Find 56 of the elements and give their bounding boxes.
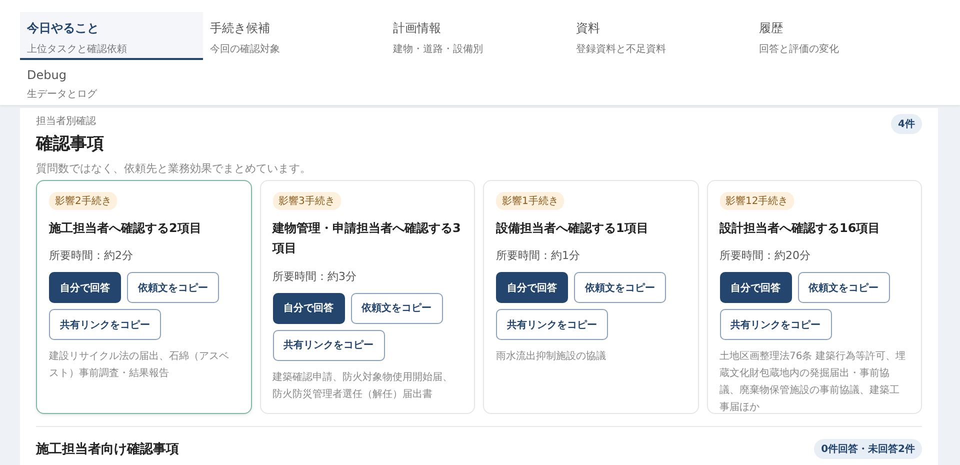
section-title: 確認事項 bbox=[36, 133, 104, 155]
section-eyebrow: 担当者別確認 bbox=[36, 114, 97, 128]
copy-button[interactable]: 共有リンクをコピー bbox=[272, 330, 384, 361]
nav-tab[interactable]: 計画情報 建物・道路・設備別 bbox=[386, 12, 569, 60]
card-title: 建物管理・申請担当者へ確認する3項目 bbox=[272, 220, 462, 258]
copy-button[interactable]: 共有リンクをコピー bbox=[720, 309, 832, 340]
impact-badge: 影響1手続き bbox=[496, 192, 564, 210]
answer-button[interactable]: 自分で回答 bbox=[496, 272, 568, 304]
tab-subtitle: 登録資料と不足資料 bbox=[576, 42, 667, 56]
time-text: 所要時間：約1分 bbox=[496, 248, 581, 264]
tab-label: 資料 bbox=[576, 20, 601, 37]
tab-label: 計画情報 bbox=[393, 20, 442, 37]
nav-tab[interactable]: 資料 登録資料と不足資料 bbox=[569, 12, 752, 60]
copy-button[interactable]: 依頼文をコピー bbox=[798, 272, 890, 304]
tab-subtitle: 生データとログ bbox=[27, 88, 98, 101]
tab-label: 今日やること bbox=[27, 20, 100, 37]
copy-button[interactable]: 依頼文をコピー bbox=[350, 292, 442, 324]
answer-button[interactable]: 自分で回答 bbox=[272, 292, 344, 324]
confirm-card[interactable]: 影響2手続き 施工担当者へ確認する2項目 所要時間：約2分 自分で回答 依頼文をコピー 共有リンクをコピー 建設リサイクル法の届出、石綿（アスベスト）事前調査・結果報告 bbox=[36, 180, 252, 414]
time-text: 所要時間：約3分 bbox=[272, 268, 358, 284]
section-description: 質問数ではなく、依頼先と業務効果でまとめています。 bbox=[36, 161, 312, 176]
impact-badge: 影響3手続き bbox=[272, 192, 341, 210]
time-text: 所要時間：約2分 bbox=[49, 248, 134, 264]
answer-button[interactable]: 自分で回答 bbox=[720, 272, 792, 304]
nav-tab[interactable]: 今日やること 上位タスクと確認依頼 bbox=[20, 12, 203, 60]
confirm-card[interactable]: 影響3手続き 建物管理・申請担当者へ確認する3項目 所要時間：約3分 自分で回答 依頼文をコピー 共有リンクをコピー 建築確認申請、防火対象物使用開始届、防火防災管理者選任（解任）届出書 bbox=[260, 180, 475, 414]
card-title: 施工担当者へ確認する2項目 bbox=[49, 220, 202, 237]
tab-subtitle: 建物・道路・設備別 bbox=[393, 42, 484, 56]
tab-subtitle: 上位タスクと確認依頼 bbox=[27, 42, 128, 56]
confirm-card[interactable]: 影響12手続き 設計担当者へ確認する16項目 所要時間：約20分 自分で回答 依頼文をコピー 共有リンクをコピー 土地区画整理法76条 建築行為等許可、埋蔵文化財包蔵地内の発掘届出・事前協議、廃棄物保管施設の事前協議、建築工事届ほか bbox=[706, 180, 922, 414]
card-title: 設備担当者へ確認する1項目 bbox=[496, 220, 650, 237]
confirm-card[interactable]: 影響1手続き 設備担当者へ確認する1項目 所要時間：約1分 自分で回答 依頼文をコピー 共有リンクをコピー 雨水流出抑制施設の協議 bbox=[483, 180, 698, 414]
procedures-text: 建築確認申請、防火対象物使用開始届、防火防災管理者選任（解任）届出書 bbox=[272, 370, 454, 402]
card-title: 設計担当者へ確認する16項目 bbox=[720, 220, 882, 237]
answer-button[interactable]: 自分で回答 bbox=[49, 272, 121, 304]
copy-button[interactable]: 共有リンクをコピー bbox=[49, 309, 161, 340]
count-pill: 4件 bbox=[891, 114, 922, 134]
nav-tab[interactable]: Debug 生データとログ bbox=[20, 60, 203, 108]
status-pill: 0件回答・未回答2件 bbox=[814, 439, 922, 459]
impact-badge: 影響12手続き bbox=[720, 192, 794, 210]
time-text: 所要時間：約20分 bbox=[720, 248, 812, 264]
tab-label: Debug bbox=[27, 68, 68, 82]
copy-button[interactable]: 共有リンクをコピー bbox=[496, 309, 608, 340]
impact-badge: 影響2手続き bbox=[49, 192, 118, 210]
copy-button[interactable]: 依頼文をコピー bbox=[574, 272, 666, 304]
tab-subtitle: 回答と評価の変化 bbox=[759, 42, 840, 56]
procedures-text: 雨水流出抑制施設の協議 bbox=[496, 350, 607, 364]
copy-button[interactable]: 依頼文をコピー bbox=[127, 272, 219, 304]
nav-tab[interactable]: 履歴 回答と評価の変化 bbox=[752, 12, 935, 60]
tab-label: 履歴 bbox=[759, 20, 784, 37]
tab-label: 手続き候補 bbox=[210, 20, 271, 37]
tab-subtitle: 今回の確認対象 bbox=[210, 42, 281, 56]
procedures-text: 建設リサイクル法の届出、石綿（アスベスト）事前調査・結果報告 bbox=[49, 350, 230, 382]
nav-tab[interactable]: 手続き候補 今回の確認対象 bbox=[203, 12, 386, 60]
subsection-title: 施工担当者向け確認事項 bbox=[36, 441, 179, 458]
procedures-text: 土地区画整理法76条 建築行為等許可、埋蔵文化財包蔵地内の発掘届出・事前協議、廃棄物保管施設の事前協議、建築工事届ほか bbox=[720, 350, 906, 416]
